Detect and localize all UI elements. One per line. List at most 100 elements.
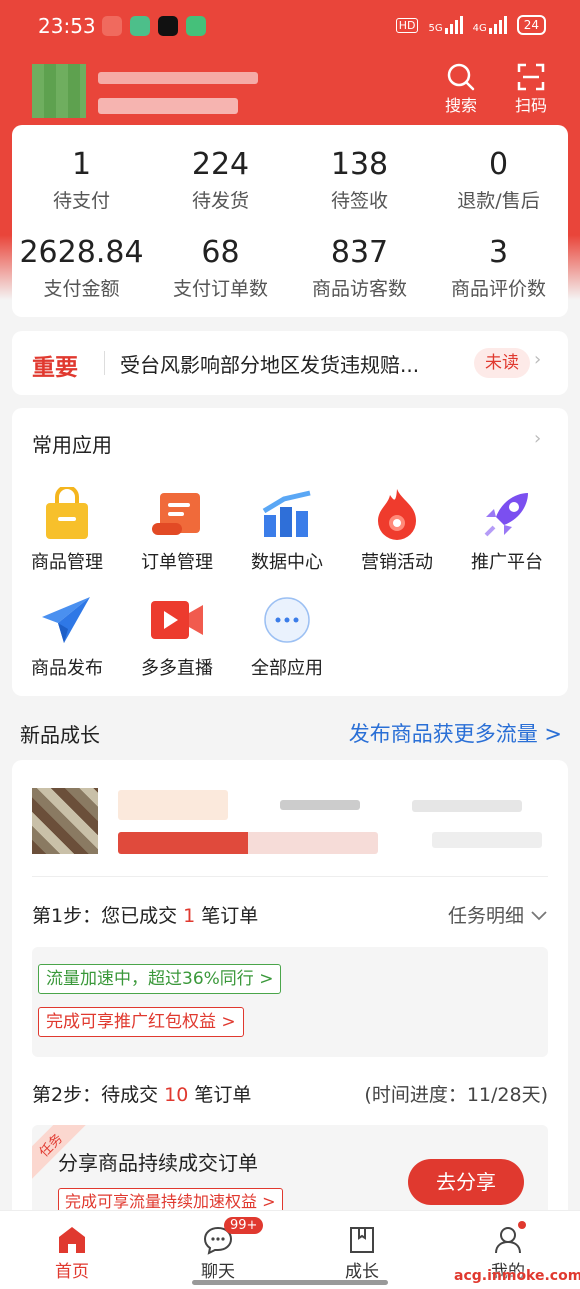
chevron-right-icon[interactable]: ›	[534, 428, 541, 449]
app-label: 营销活动	[361, 552, 433, 573]
search-icon	[436, 62, 486, 92]
notice-divider	[104, 351, 105, 375]
app-all-apps[interactable]: 全部应用	[232, 592, 342, 680]
app-order-management[interactable]: 订单管理	[122, 486, 232, 574]
order-scroll-icon	[149, 486, 205, 542]
notice-text: 受台风影响部分地区发货违规赔...	[120, 353, 420, 377]
stat-value: 224	[191, 147, 250, 182]
scan-icon	[506, 62, 556, 92]
product-info-redacted	[412, 800, 522, 812]
product-thumbnail[interactable]	[32, 788, 98, 854]
app-live-stream[interactable]: 多多直播	[122, 592, 232, 680]
rocket-icon	[479, 486, 535, 542]
stat-pending-shipment[interactable]: 224 待发货	[151, 147, 290, 213]
app-promotion-platform[interactable]: 推广平台	[452, 486, 562, 574]
tab-home[interactable]: 首页	[32, 1223, 112, 1282]
step-1-text: 第1步：您已成交 1 笔订单	[32, 901, 258, 928]
share-task-box: 任务 分享商品持续成交订单 完成可享流量持续加速权益 > 去分享	[32, 1125, 548, 1220]
app-label: 数据中心	[251, 552, 323, 573]
app-notification-icon	[186, 16, 206, 36]
network-5g-label: 5G	[428, 23, 443, 34]
time-progress: (时间进度：11/28天)	[364, 1084, 548, 1106]
stat-value: 2628.84	[19, 235, 144, 270]
product-title-redacted	[118, 790, 228, 820]
app-label: 商品发布	[31, 658, 103, 679]
status-right: HD 5G 4G 24	[395, 15, 546, 35]
step-2-count: 10	[164, 1084, 189, 1106]
battery-icon: 24	[516, 15, 546, 35]
tab-chat[interactable]: 99+ 聊天	[178, 1217, 264, 1282]
stat-refunds[interactable]: 0 退款/售后	[429, 147, 568, 213]
step-1-count: 1	[183, 905, 196, 927]
signal-bars-icon	[444, 16, 463, 34]
stat-pending-payment[interactable]: 1 待支付	[12, 147, 151, 213]
app-label: 商品管理	[31, 552, 103, 573]
notice-banner[interactable]: 重要 受台风影响部分地区发货违规赔... 未读 ›	[12, 331, 568, 395]
status-bar: 23:53 HD 5G 4G 24	[0, 0, 580, 52]
task-title: 分享商品持续成交订单	[58, 1151, 258, 1175]
product-info-redacted	[280, 800, 360, 810]
stats-card: 1 待支付 224 待发货 138 待签收 0 退款/售后 2628.84 支付金额 68…	[12, 125, 568, 317]
stat-value: 138	[330, 147, 389, 182]
shop-profile[interactable]	[32, 64, 260, 122]
traffic-boost-pill[interactable]: 流量加速中，超过36%同行 >	[38, 964, 282, 994]
stat-value: 3	[488, 235, 509, 270]
stat-label: 待发货	[191, 190, 249, 212]
more-dots-icon	[259, 592, 315, 648]
scan-label: 扫码	[514, 96, 547, 115]
stat-label: 待签收	[330, 190, 388, 212]
red-packet-benefit-pill[interactable]: 完成可享推广红包权益 >	[38, 1007, 244, 1037]
tab-growth-label: 成长	[345, 1262, 379, 1282]
publish-for-traffic-link[interactable]: 发布商品获更多流量 >	[349, 718, 562, 748]
unread-badge: 未读	[474, 348, 530, 378]
stat-value: 0	[488, 147, 509, 182]
stat-paid-orders[interactable]: 68 支付订单数	[151, 235, 290, 301]
scan-button[interactable]: 扫码	[506, 62, 556, 116]
stat-pending-receipt[interactable]: 138 待签收	[290, 147, 429, 213]
common-apps-title: 常用应用	[32, 433, 112, 457]
notice-tag: 重要	[32, 355, 78, 381]
step-2-prefix: 第2步：待成交	[32, 1084, 165, 1106]
stat-label: 待支付	[52, 190, 110, 212]
book-icon	[322, 1223, 402, 1257]
go-share-button[interactable]: 去分享	[408, 1159, 524, 1205]
common-apps-card: 常用应用 › 商品管理 订单管理 数据中心 营销活动 推广平台 商品发布 多多直…	[12, 408, 568, 696]
gesture-home-bar[interactable]	[192, 1280, 388, 1285]
step-2-suffix: 笔订单	[188, 1084, 252, 1106]
stat-visitors[interactable]: 837 商品访客数	[290, 235, 429, 301]
notification-icons	[102, 16, 206, 36]
stat-payment-amount[interactable]: 2628.84 支付金额	[12, 235, 151, 301]
notification-dot	[518, 1221, 526, 1229]
stat-label: 支付订单数	[172, 278, 268, 300]
app-label: 多多直播	[141, 658, 213, 679]
chevron-right-icon: ›	[534, 349, 542, 370]
chevron-down-icon	[530, 905, 548, 927]
task-detail-toggle[interactable]: 任务明细	[448, 901, 548, 928]
app-data-center[interactable]: 数据中心	[232, 486, 342, 574]
step-2-text: 第2步：待成交 10 笔订单	[32, 1080, 251, 1107]
shop-avatar[interactable]	[32, 64, 86, 118]
stat-value: 68	[201, 235, 240, 270]
app-product-management[interactable]: 商品管理	[12, 486, 122, 574]
flame-icon	[369, 486, 425, 542]
stat-label: 支付金额	[43, 278, 120, 300]
stat-reviews[interactable]: 3 商品评价数	[429, 235, 568, 301]
search-label: 搜索	[444, 96, 477, 115]
app-label: 全部应用	[251, 658, 323, 679]
tab-growth[interactable]: 成长	[322, 1223, 402, 1282]
step-1-suffix: 笔订单	[195, 905, 259, 927]
signal-bars-icon	[488, 16, 507, 34]
task-detail-label: 任务明细	[447, 905, 524, 927]
app-publish-product[interactable]: 商品发布	[12, 592, 122, 680]
hd-indicator: HD	[395, 17, 419, 33]
shop-id-redacted	[98, 98, 238, 114]
shop-name-redacted	[98, 72, 258, 84]
search-button[interactable]: 搜索	[436, 62, 486, 116]
paper-plane-icon	[39, 592, 95, 648]
user-icon	[468, 1223, 548, 1257]
app-marketing[interactable]: 营销活动	[342, 486, 452, 574]
signal-5g: 5G	[428, 16, 463, 34]
tab-home-label: 首页	[55, 1262, 89, 1282]
live-video-icon	[149, 592, 205, 648]
chat-unread-badge: 99+	[224, 1217, 264, 1234]
